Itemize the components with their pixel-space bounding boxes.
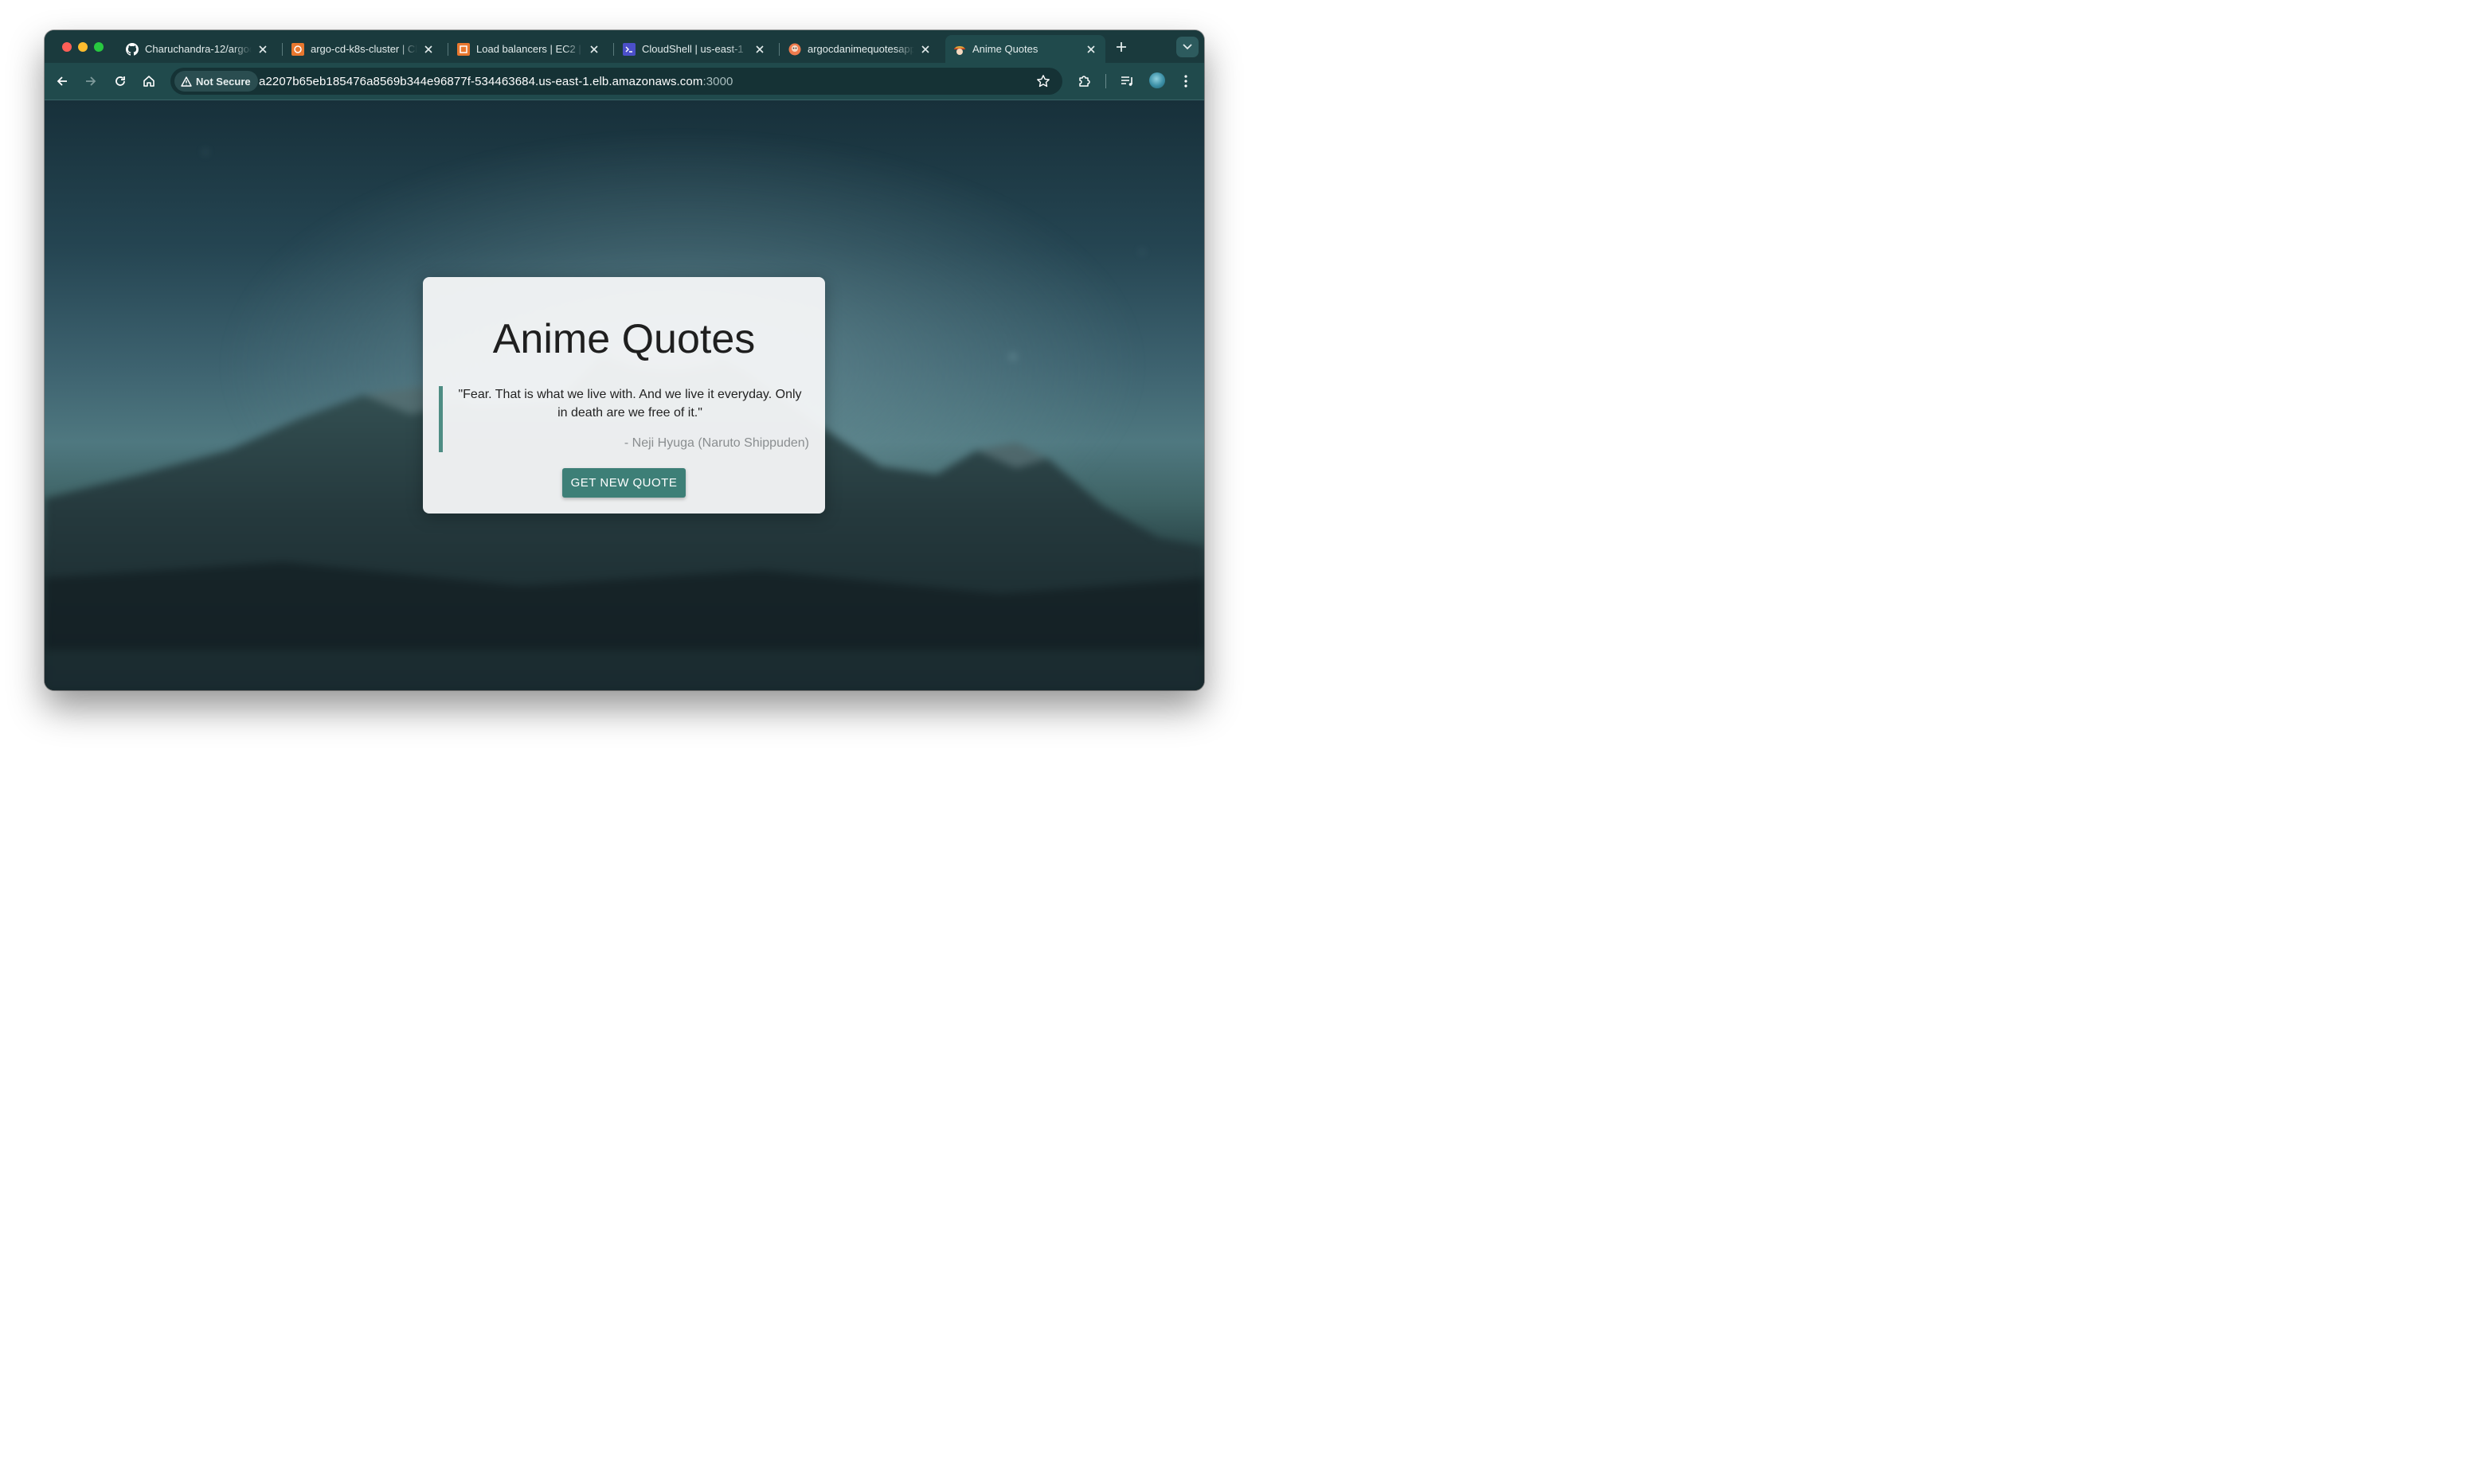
kebab-menu-icon <box>1184 75 1187 88</box>
browser-menu-button[interactable] <box>1176 72 1195 91</box>
arrow-right-icon <box>86 76 96 86</box>
close-tab-icon[interactable] <box>753 43 766 56</box>
aws-ec2-icon <box>457 42 470 56</box>
quote-card: Anime Quotes "Fear. That is what we live… <box>423 277 825 514</box>
back-button[interactable] <box>53 72 72 91</box>
home-icon <box>143 76 154 87</box>
plus-icon <box>1117 42 1126 52</box>
tab-title: Anime Quotes <box>972 43 1038 55</box>
url-host: a2207b65eb185476a8569b344e96877f-5344636… <box>259 75 703 88</box>
aws-eks-icon <box>291 42 304 56</box>
tab-title: argocdanimequotesapp <box>808 43 914 55</box>
quote-accent-bar <box>439 386 443 452</box>
github-icon <box>126 42 139 56</box>
page-title: Anime Quotes <box>492 316 756 362</box>
page-viewport: Anime Quotes "Fear. That is what we live… <box>45 100 1204 690</box>
get-new-quote-button[interactable]: GET NEW QUOTE <box>562 468 686 498</box>
tab-cloudshell[interactable]: CloudShell | us-east-1 <box>615 35 774 63</box>
quote-author: - Neji Hyuga (Naruto Shippuden) <box>624 436 809 450</box>
aws-cloudshell-icon <box>623 42 636 56</box>
tab-separator <box>779 43 780 56</box>
star-icon <box>1037 75 1050 88</box>
tab-title: CloudShell | us-east-1 <box>642 43 744 55</box>
tab-title: Charuchandra-12/argocd-animequotes <box>145 43 252 55</box>
tab-load-balancers[interactable]: Load balancers | EC2 | us-east-1 <box>449 35 608 63</box>
close-tab-icon[interactable] <box>588 43 600 56</box>
bookmark-button[interactable] <box>1035 72 1052 90</box>
toolbar-divider <box>1105 74 1106 88</box>
close-tab-icon[interactable] <box>919 43 932 56</box>
browser-window: Charuchandra-12/argocd-animequotes argo-… <box>45 30 1204 690</box>
tab-separator <box>282 43 283 56</box>
extensions-button[interactable] <box>1075 72 1094 91</box>
url-port: :3000 <box>702 75 733 88</box>
quote-text: "Fear. That is what we live with. And we… <box>458 388 802 420</box>
profile-avatar[interactable] <box>1149 72 1165 88</box>
tab-strip: Charuchandra-12/argocd-animequotes argo-… <box>45 30 1204 63</box>
new-tab-button[interactable] <box>1112 38 1131 56</box>
maximize-window-button[interactable] <box>94 42 104 52</box>
security-chip[interactable]: Not Secure <box>174 71 258 92</box>
close-tab-icon[interactable] <box>1085 43 1097 56</box>
close-window-button[interactable] <box>62 42 72 52</box>
home-button[interactable] <box>139 72 158 91</box>
minimize-window-button[interactable] <box>78 42 88 52</box>
arrow-left-icon <box>57 76 67 86</box>
reload-icon <box>115 76 125 86</box>
url-text[interactable]: a2207b65eb185476a8569b344e96877f-5344636… <box>259 75 733 88</box>
browser-toolbar: Not Secure a2207b65eb185476a8569b344e968… <box>45 63 1204 100</box>
tab-github[interactable]: Charuchandra-12/argocd-animequotes <box>118 35 277 63</box>
puzzle-icon <box>1079 76 1090 87</box>
tab-argocd[interactable]: argocdanimequotesapp <box>780 35 940 63</box>
chevron-down-icon <box>1183 44 1192 50</box>
address-bar[interactable]: Not Secure a2207b65eb185476a8569b344e968… <box>170 68 1062 95</box>
tab-separator <box>613 43 614 56</box>
forward-button[interactable] <box>81 72 100 91</box>
tab-eks-cluster[interactable]: argo-cd-k8s-cluster | Clusters <box>284 35 443 63</box>
playlist-icon <box>1121 76 1132 86</box>
media-control-button[interactable] <box>1118 72 1137 91</box>
close-tab-icon[interactable] <box>256 43 269 56</box>
reload-button[interactable] <box>111 72 130 91</box>
warning-icon <box>181 76 192 87</box>
tab-title: argo-cd-k8s-cluster | Clusters <box>311 43 417 55</box>
close-tab-icon[interactable] <box>422 43 435 56</box>
security-chip-label: Not Secure <box>196 75 251 88</box>
anime-favicon <box>953 43 966 56</box>
argocd-icon <box>788 43 801 56</box>
tab-anime-quotes[interactable]: Anime Quotes <box>945 35 1105 63</box>
tab-title: Load balancers | EC2 | us-east-1 <box>476 43 583 55</box>
tab-search-button[interactable] <box>1176 37 1199 57</box>
